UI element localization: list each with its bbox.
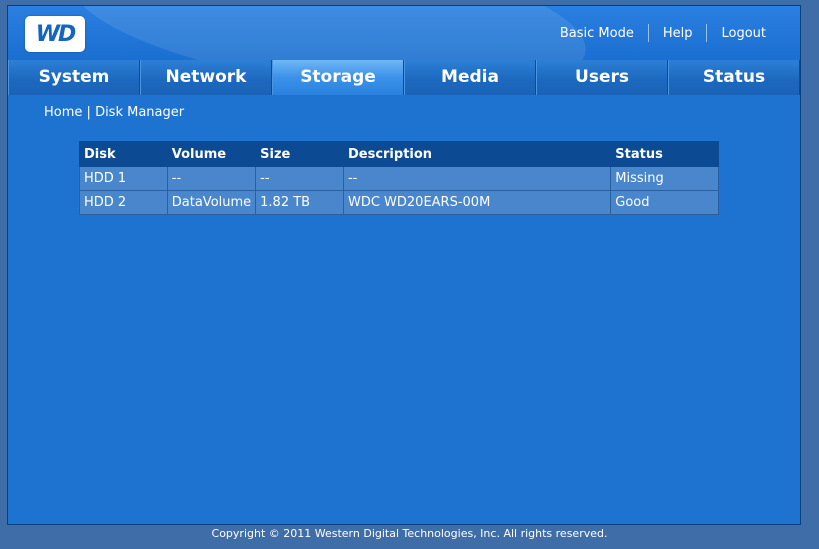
cell-status: Good <box>610 190 719 215</box>
wd-logo[interactable]: WD <box>25 16 85 52</box>
top-links: Basic Mode Help Logout <box>546 24 780 42</box>
breadcrumb-home[interactable]: Home <box>44 105 82 120</box>
header-swoosh <box>60 6 596 60</box>
breadcrumb: Home | Disk Manager <box>44 105 184 120</box>
column-header-disk: Disk <box>79 141 168 167</box>
table-row[interactable]: HDD 2 DataVolume 1.82 TB WDC WD20EARS-00… <box>79 190 719 215</box>
table-header-row: Disk Volume Size Description Status <box>79 141 719 167</box>
column-header-volume: Volume <box>166 141 257 167</box>
cell-size: 1.82 TB <box>255 190 344 215</box>
disk-table: Disk Volume Size Description Status HDD … <box>79 141 719 215</box>
breadcrumb-current: Disk Manager <box>95 105 185 120</box>
tab-status[interactable]: Status <box>668 60 800 95</box>
logo-text: WD <box>35 21 77 47</box>
app-frame: WD Basic Mode Help Logout System Network… <box>7 5 801 525</box>
cell-description: -- <box>342 166 612 191</box>
tab-storage[interactable]: Storage <box>272 60 404 95</box>
column-header-status: Status <box>610 141 719 167</box>
logout-link[interactable]: Logout <box>707 26 780 41</box>
copyright-footer: Copyright © 2011 Western Digital Technol… <box>211 527 608 540</box>
column-header-description: Description <box>342 141 612 167</box>
main-nav-tabs: System Network Storage Media Users Statu… <box>8 60 800 95</box>
column-header-size: Size <box>255 141 344 167</box>
header: WD Basic Mode Help Logout <box>8 6 800 60</box>
cell-description: WDC WD20EARS-00M <box>342 190 612 215</box>
breadcrumb-separator: | <box>86 105 91 120</box>
basic-mode-link[interactable]: Basic Mode <box>546 26 648 41</box>
tab-network[interactable]: Network <box>140 60 272 95</box>
cell-disk: HDD 1 <box>79 166 168 191</box>
tab-users[interactable]: Users <box>536 60 668 95</box>
cell-status: Missing <box>610 166 719 191</box>
cell-size: -- <box>255 166 344 191</box>
cell-volume: DataVolume <box>166 190 257 215</box>
tab-system[interactable]: System <box>8 60 140 95</box>
tab-media[interactable]: Media <box>404 60 536 95</box>
cell-volume: -- <box>166 166 257 191</box>
table-row[interactable]: HDD 1 -- -- -- Missing <box>79 166 719 191</box>
cell-disk: HDD 2 <box>79 190 168 215</box>
help-link[interactable]: Help <box>649 26 707 41</box>
